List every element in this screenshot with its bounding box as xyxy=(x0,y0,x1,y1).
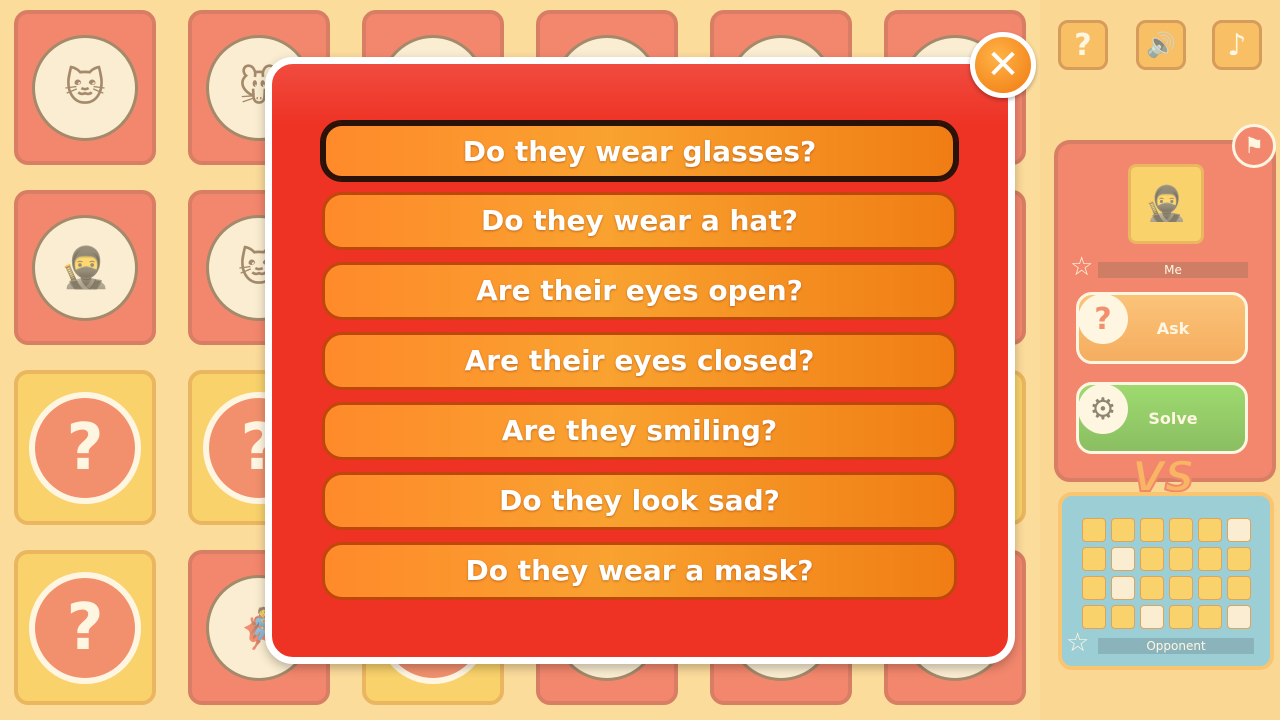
question-option-button[interactable]: Do they wear a hat? xyxy=(322,192,957,250)
close-icon: ✕ xyxy=(986,42,1020,88)
question-option-button[interactable]: Do they wear glasses? xyxy=(322,122,957,180)
question-option-button[interactable]: Do they wear a mask? xyxy=(322,542,957,600)
question-option-button[interactable]: Are their eyes open? xyxy=(322,262,957,320)
question-option-button[interactable]: Are their eyes closed? xyxy=(322,332,957,390)
close-dialog-button[interactable]: ✕ xyxy=(970,32,1036,98)
question-option-button[interactable]: Are they smiling? xyxy=(322,402,957,460)
question-option-button[interactable]: Do they look sad? xyxy=(322,472,957,530)
dialog-highlight xyxy=(272,64,1008,124)
